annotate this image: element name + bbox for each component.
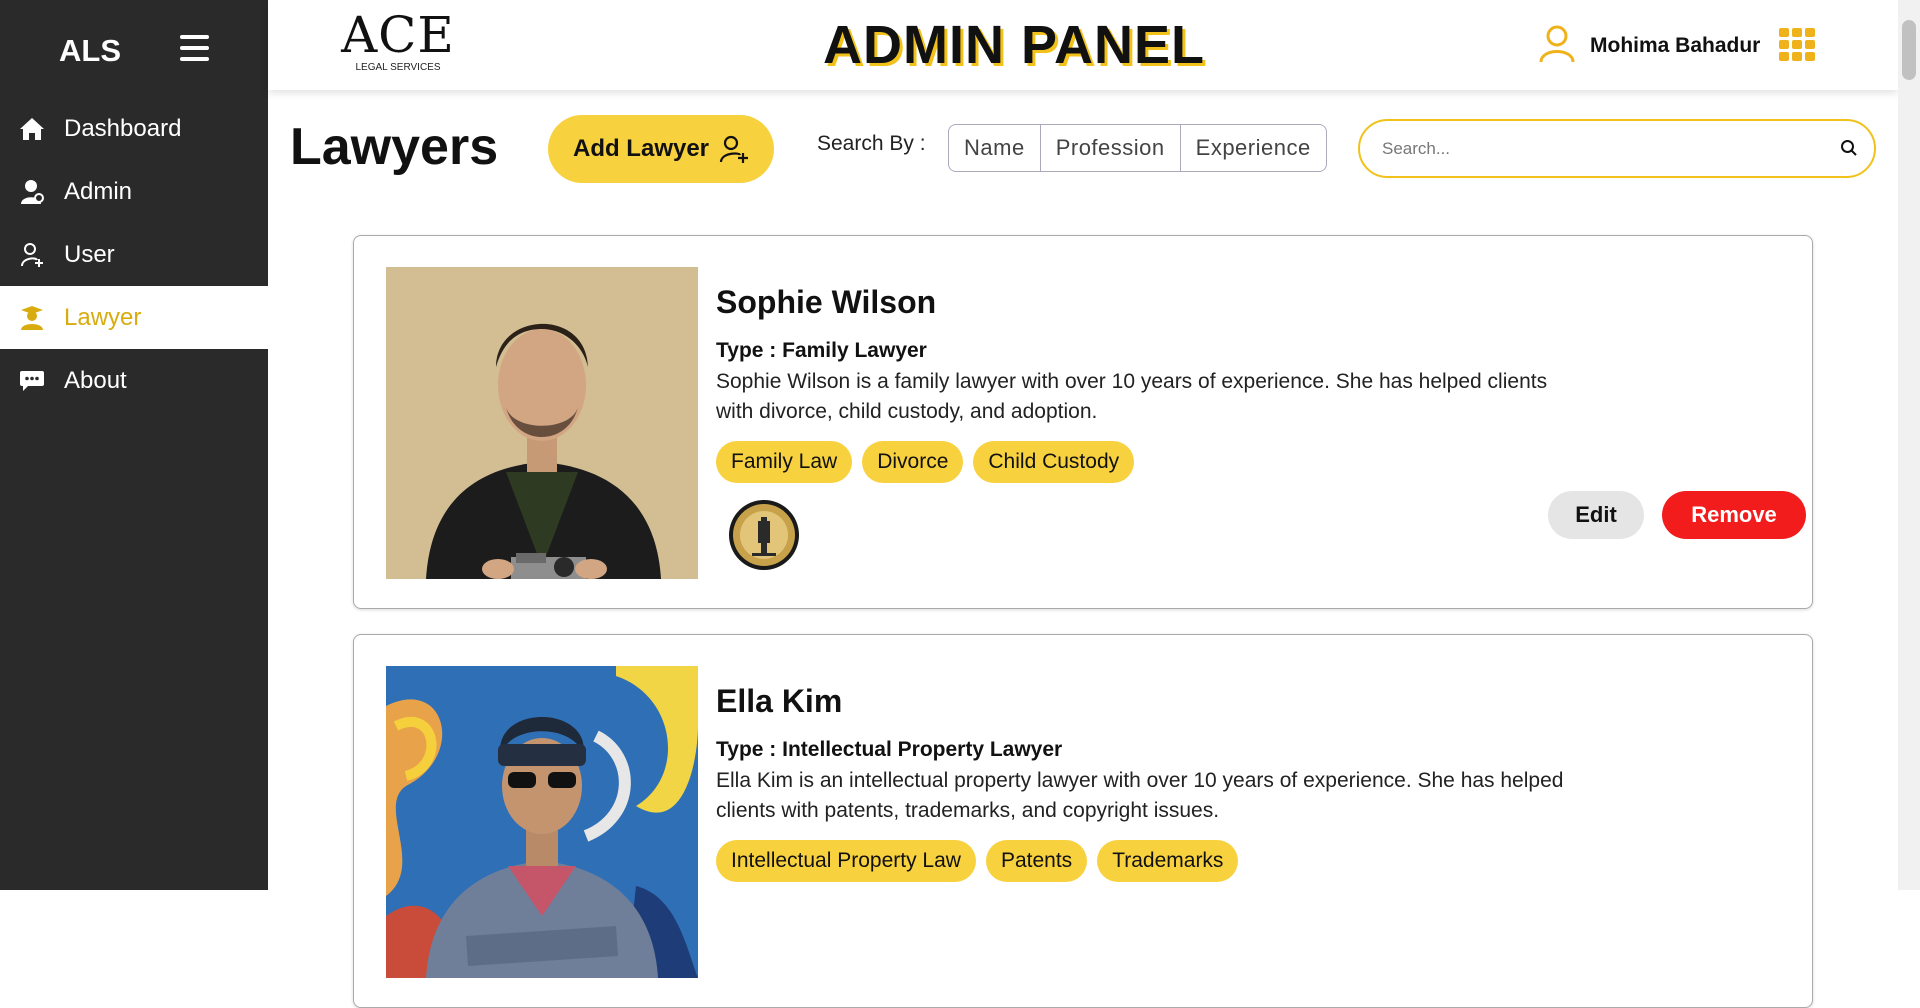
lawyer-description: Ella Kim is an intellectual property law… [716, 769, 1564, 822]
lawyer-photo [386, 666, 698, 978]
national-black-lawyers-badge [728, 499, 800, 571]
specialty-tag: Intellectual Property Law [716, 840, 976, 882]
page-scrollbar[interactable] [1898, 0, 1920, 890]
edit-button[interactable]: Edit [1548, 491, 1644, 539]
lawyer-type: Type : Family Lawyer [716, 339, 927, 362]
logo-main-text: ACE [341, 6, 455, 64]
apps-grid-icon[interactable] [1779, 28, 1815, 61]
specialty-tag: Patents [985, 840, 1088, 882]
lawyer-info: Sophie Wilson Type : Family Lawyer Sophi… [716, 284, 1576, 571]
specialty-tag: Family Law [716, 441, 853, 483]
sidebar-item-label: Admin [64, 177, 133, 205]
lawyer-type: Type : Intellectual Property Lawyer [716, 738, 1063, 761]
search-box [1358, 119, 1876, 178]
user-menu[interactable]: Mohima Bahadur [1538, 24, 1760, 68]
filter-experience[interactable]: Experience [1181, 125, 1326, 171]
add-lawyer-button[interactable]: Add Lawyer [548, 115, 774, 183]
sidebar-item-label: User [64, 240, 115, 268]
lawyer-card: Sophie Wilson Type : Family Lawyer Sophi… [353, 235, 1813, 609]
page-header-title: ADMIN PANEL [823, 15, 1205, 75]
lawyer-description: Sophie Wilson is a family lawyer with ov… [716, 370, 1548, 423]
search-filter-group: Name Profession Experience [948, 124, 1327, 172]
home-icon [18, 115, 46, 143]
scrollbar-thumb[interactable] [1902, 20, 1916, 80]
sidebar-item-user[interactable]: User [0, 223, 268, 286]
search-input[interactable] [1382, 135, 1822, 163]
user-name: Mohima Bahadur [1590, 34, 1761, 57]
filter-profession[interactable]: Profession [1041, 125, 1181, 171]
sidebar-nav: Dashboard Admin User Lawyer About [0, 97, 268, 412]
sidebar-item-dashboard[interactable]: Dashboard [0, 97, 268, 160]
lawyer-photo [386, 267, 698, 579]
lawyer-tags: Intellectual Property Law Patents Tradem… [716, 840, 1576, 882]
graduate-icon [18, 304, 46, 332]
brand-label: ALS [59, 33, 121, 68]
lawyer-card: Ella Kim Type : Intellectual Property La… [353, 634, 1813, 1008]
add-lawyer-label: Add Lawyer [572, 135, 710, 162]
sidebar-item-lawyer[interactable]: Lawyer [0, 286, 268, 349]
top-header: ACE LEGAL SERVICES ADMIN PANEL Mohima Ba… [268, 0, 1898, 90]
sidebar-item-label: About [64, 366, 127, 394]
admin-icon [18, 178, 46, 206]
lawyer-name: Ella Kim [716, 683, 843, 719]
specialty-tag: Child Custody [973, 441, 1135, 483]
search-icon[interactable] [1840, 139, 1858, 161]
page-title: Lawyers [290, 118, 499, 176]
specialty-tag: Divorce [862, 441, 964, 483]
lawyer-name: Sophie Wilson [716, 284, 937, 320]
sidebar-item-about[interactable]: About [0, 349, 268, 412]
sidebar-item-label: Lawyer [64, 303, 142, 331]
lawyer-tags: Family Law Divorce Child Custody [716, 441, 1576, 483]
filter-name[interactable]: Name [949, 125, 1041, 171]
sidebar-item-label: Dashboard [64, 114, 182, 142]
specialty-tag: Trademarks [1097, 840, 1239, 882]
menu-icon[interactable] [180, 35, 209, 61]
user-icon [1538, 24, 1576, 68]
ace-logo[interactable]: ACE LEGAL SERVICES [336, 10, 460, 73]
user-add-icon [18, 241, 46, 269]
remove-button[interactable]: Remove [1662, 491, 1806, 539]
sidebar-item-admin[interactable]: Admin [0, 160, 268, 223]
user-plus-icon [719, 134, 749, 164]
chat-icon [18, 367, 46, 395]
sidebar: ALS Dashboard Admin User Lawyer About [0, 0, 268, 890]
search-by-label: Search By : [817, 132, 926, 155]
lawyer-info: Ella Kim Type : Intellectual Property La… [716, 683, 1576, 882]
